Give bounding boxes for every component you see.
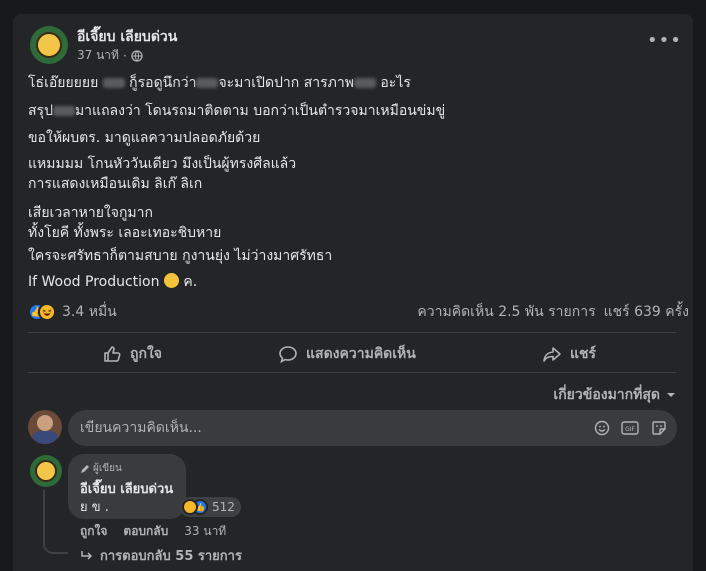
like-label: ถูกใจ bbox=[130, 346, 162, 362]
sticker-icon[interactable] bbox=[650, 419, 668, 437]
post-author[interactable]: อีเจี๊ยบ เลียบด่วน bbox=[77, 26, 177, 48]
post-text-segment: อะไร bbox=[375, 75, 411, 91]
share-button[interactable]: แชร์ bbox=[542, 343, 596, 365]
comment-button[interactable]: แสดงความคิดเห็น bbox=[278, 343, 416, 365]
post-text-segment: เสียเวลาหายใจกูมาก bbox=[28, 205, 153, 221]
comment-input-box[interactable]: GIF bbox=[68, 410, 677, 446]
post-text-segment: ใครจะศรัทธาก็ตามสบาย กูงานยุ่ง ไม่ว่างมา… bbox=[28, 248, 333, 264]
more-options-button[interactable]: ••• bbox=[647, 30, 682, 51]
comment-input[interactable] bbox=[80, 410, 580, 446]
post-text-segment: ค. bbox=[178, 274, 198, 290]
comment-like-button[interactable]: ถูกใจ bbox=[80, 522, 107, 541]
comment-actions: ถูกใจ ตอบกลับ 33 นาที bbox=[80, 522, 226, 541]
viewer-avatar[interactable] bbox=[28, 410, 62, 444]
comment-sort-dropdown[interactable]: เกี่ยวข้องมากที่สุด bbox=[553, 384, 676, 406]
emoji-icon[interactable] bbox=[593, 419, 611, 437]
post-text-segment: ทั้งโยคี ทั้งพระ เลอะเทอะชิบหาย bbox=[28, 225, 222, 241]
thinking-emoji-icon bbox=[163, 273, 179, 288]
globe-icon bbox=[131, 49, 143, 62]
comment-time[interactable]: 33 นาที bbox=[184, 522, 226, 541]
post-text-segment: จะมาเปิดปาก สารภาพ bbox=[218, 75, 354, 91]
sort-label: เกี่ยวข้องมากที่สุด bbox=[553, 387, 660, 403]
reactions-count: 3.4 หมื่น bbox=[62, 304, 117, 320]
post-text-segment: สรุป bbox=[28, 103, 53, 119]
blurred-text bbox=[196, 78, 219, 88]
author-avatar[interactable] bbox=[30, 26, 68, 64]
comment-label: แสดงความคิดเห็น bbox=[306, 346, 416, 362]
post-text-segment: กู็รอดูนึกว่า bbox=[124, 75, 197, 91]
post-text-segment: If Wood Production bbox=[28, 274, 164, 290]
commenter-avatar[interactable] bbox=[30, 455, 62, 487]
shares-count-link[interactable]: แชร์ 639 ครั้ง bbox=[604, 301, 689, 323]
post-text-segment: การแสดงเหมือนเดิม ลิเก๊ ลิเก bbox=[28, 176, 203, 192]
like-button[interactable]: ถูกใจ bbox=[102, 343, 162, 365]
blurred-text bbox=[52, 106, 75, 116]
divider-top bbox=[28, 332, 676, 333]
post-text-line: เสียเวลาหายใจกูมาก bbox=[28, 204, 153, 223]
svg-text:GIF: GIF bbox=[625, 426, 635, 433]
caret-down-icon bbox=[667, 393, 675, 397]
reactions-summary[interactable]: 👍 3.4 หมื่น bbox=[28, 301, 117, 323]
post-text-segment: โธ่เอ๊ยยยยย bbox=[28, 75, 103, 91]
divider-bottom bbox=[28, 372, 676, 373]
post-time[interactable]: 37 นาที bbox=[77, 46, 119, 65]
post-text-line: ทั้งโยคี ทั้งพระ เลอะเทอะชิบหาย bbox=[28, 224, 221, 243]
comment-reply-button[interactable]: ตอบกลับ bbox=[123, 522, 168, 541]
gif-icon[interactable]: GIF bbox=[621, 419, 639, 437]
post-text-line: โธ่เอ๊ยยยยย กู็รอดูนึกว่า จะมาเปิดปาก สาร… bbox=[28, 74, 411, 93]
author-badge-label: ผู้เขียน bbox=[93, 463, 122, 474]
view-replies-link[interactable]: การตอบกลับ 55 รายการ bbox=[80, 545, 242, 566]
post-text-line: If Wood Production ค. bbox=[28, 273, 197, 292]
share-label: แชร์ bbox=[570, 346, 597, 362]
post-text-segment: ขอให้ผบตร. มาดูแลความปลอดภัยด้วย bbox=[28, 130, 261, 146]
post-text-line: แหมมมม โกนหัววันเดียว มึงเป็นผู้ทรงศีลแล… bbox=[28, 155, 296, 174]
haha-reaction-icon bbox=[38, 303, 56, 321]
post-text-line: สรุป มาแถลงว่า โดนรถมาติดตาม บอกว่าเป็นตำ… bbox=[28, 102, 445, 121]
post-text-line: การแสดงเหมือนเดิม ลิเก๊ ลิเก bbox=[28, 175, 202, 194]
share-icon bbox=[543, 347, 561, 362]
thumbs-up-icon bbox=[104, 346, 121, 362]
post-text-line: ขอให้ผบตร. มาดูแลความปลอดภัยด้วย bbox=[28, 129, 260, 148]
comment-bubble: ผู้เขียน อีเจี๊ยบ เลียบด่วน ย ข . bbox=[68, 454, 186, 519]
author-badge: ผู้เขียน bbox=[80, 461, 122, 476]
comments-count-link[interactable]: ความคิดเห็น 2.5 พัน รายการ bbox=[417, 301, 595, 323]
comment-text: ย ข . bbox=[80, 500, 109, 515]
replies-label: การตอบกลับ 55 รายการ bbox=[100, 549, 242, 564]
blurred-text bbox=[353, 78, 376, 88]
post-text-line: ใครจะศรัทธาก็ตามสบาย กูงานยุ่ง ไม่ว่างมา… bbox=[28, 247, 332, 266]
comment-reaction-count: 512 bbox=[212, 500, 235, 514]
comment-reactions[interactable]: 👍 512 bbox=[180, 497, 241, 517]
comment-icon bbox=[279, 346, 297, 364]
post-stats: ความคิดเห็น 2.5 พัน รายการ แชร์ 639 ครั้… bbox=[417, 301, 689, 323]
post-meta: 37 นาที · bbox=[77, 46, 143, 65]
post-text-segment: มาแถลงว่า โดนรถมาติดตาม บอกว่าเป็นตำรวจม… bbox=[74, 103, 446, 119]
reply-arrow-icon bbox=[81, 550, 93, 560]
haha-reaction-icon bbox=[182, 499, 198, 515]
pencil-icon bbox=[81, 464, 89, 473]
post-text-segment: แหมมมม โกนหัววันเดียว มึงเป็นผู้ทรงศีลแล… bbox=[28, 156, 297, 172]
thread-line bbox=[43, 490, 68, 554]
blurred-text bbox=[102, 78, 125, 88]
